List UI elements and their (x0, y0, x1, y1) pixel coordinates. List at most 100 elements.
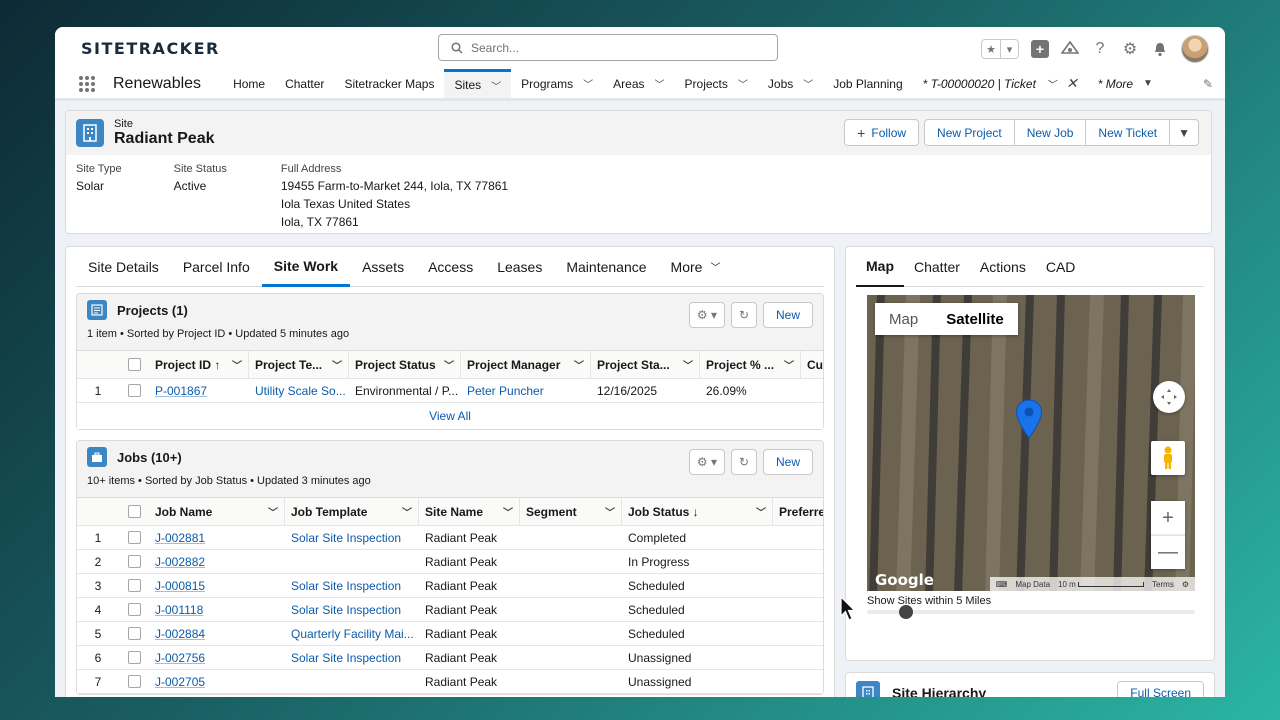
row-checkbox[interactable] (127, 579, 141, 592)
trailhead-icon[interactable] (1061, 40, 1079, 58)
nav-item-ticket-tab[interactable]: * T-00000020 | Ticket ﹀ ✕ (913, 69, 1088, 98)
job-template-link[interactable]: Solar Site Inspection (291, 579, 401, 593)
tab-map[interactable]: Map (856, 247, 904, 287)
user-avatar[interactable] (1181, 35, 1209, 63)
row-checkbox[interactable] (127, 603, 141, 616)
tab-assets[interactable]: Assets (350, 247, 416, 286)
sitetracker-logo[interactable]: SITETRACKER (81, 39, 220, 58)
job-template-link[interactable]: Solar Site Inspection (291, 603, 401, 617)
jobs-title[interactable]: Jobs (10+) (117, 450, 182, 465)
col-job-name[interactable]: Job Name ﹀ (149, 498, 285, 525)
favorites-group[interactable]: ★ ▾ (981, 39, 1019, 59)
chevron-down-icon[interactable]: ▾ (1000, 40, 1018, 58)
zoom-in-icon[interactable]: + (1151, 501, 1185, 535)
tab-site-work[interactable]: Site Work (261, 247, 351, 287)
nav-item-chatter[interactable]: Chatter (275, 69, 334, 98)
select-all-checkbox[interactable] (127, 505, 141, 518)
chevron-down-icon[interactable]: ▼ (1143, 78, 1153, 89)
chevron-down-icon[interactable]: ﹀ (574, 357, 584, 372)
gear-icon[interactable]: ⚙ (1121, 40, 1139, 58)
new-ticket-button[interactable]: New Ticket (1085, 119, 1171, 146)
global-create-icon[interactable]: + (1031, 40, 1049, 58)
projects-title[interactable]: Projects (1) (117, 303, 188, 318)
refresh-icon[interactable]: ↻ (730, 449, 757, 475)
jobs-new-button[interactable]: New (762, 449, 813, 475)
chevron-down-icon[interactable]: ﹀ (605, 504, 615, 519)
chevron-down-icon[interactable]: ﹀ (268, 504, 278, 519)
nav-item-areas[interactable]: Areas ﹀ (603, 69, 674, 98)
row-checkbox[interactable] (127, 384, 141, 397)
col-job-template[interactable]: Job Template ﹀ (285, 498, 419, 525)
more-actions-button[interactable]: ▼ (1169, 119, 1199, 146)
satellite-map[interactable]: Map Satellite + — Google ⌨ Map Data 10 m… (867, 295, 1195, 591)
row-checkbox[interactable] (127, 531, 141, 544)
col-project-start[interactable]: Project Sta... ﹀ (591, 351, 700, 378)
street-view-pegman-icon[interactable] (1151, 441, 1185, 475)
job-name-link[interactable]: J-002884 (155, 627, 205, 641)
chevron-down-icon[interactable]: ﹀ (332, 357, 342, 372)
col-project-id[interactable]: Project ID ↑ ﹀ (149, 351, 249, 378)
job-template-link[interactable]: Solar Site Inspection (291, 531, 401, 545)
keyboard-icon[interactable]: ⌨ (996, 580, 1008, 589)
follow-button[interactable]: + Follow (844, 119, 920, 146)
map-pin-icon[interactable] (1015, 399, 1043, 442)
refresh-icon[interactable]: ↻ (730, 302, 757, 328)
row-checkbox[interactable] (127, 651, 141, 664)
global-search-input[interactable]: Search... (438, 34, 778, 61)
map-type-satellite-button[interactable]: Satellite (932, 303, 1018, 335)
project-id-link[interactable]: P-001867 (155, 384, 207, 398)
view-all-link[interactable]: View All (77, 403, 823, 429)
tab-maintenance[interactable]: Maintenance (554, 247, 658, 286)
chevron-down-icon[interactable]: ﹀ (583, 76, 593, 91)
nav-item-programs[interactable]: Programs ﹀ (511, 69, 603, 98)
col-site-name[interactable]: Site Name ﹀ (419, 498, 520, 525)
tab-access[interactable]: Access (416, 247, 485, 286)
full-screen-button[interactable]: Full Screen (1117, 681, 1204, 697)
chevron-down-icon[interactable]: ﹀ (402, 504, 412, 519)
col-segment[interactable]: Segment ﹀ (520, 498, 622, 525)
project-manager-link[interactable]: Peter Puncher (467, 384, 544, 398)
col-job-status[interactable]: Job Status ↓ ﹀ (622, 498, 773, 525)
job-name-link[interactable]: J-002705 (155, 675, 205, 689)
col-project-percent[interactable]: Project % ... ﹀ (700, 351, 801, 378)
tab-chatter[interactable]: Chatter (904, 247, 970, 286)
map-type-map-button[interactable]: Map (875, 303, 932, 335)
col-project-template[interactable]: Project Te... ﹀ (249, 351, 349, 378)
nav-item-more[interactable]: * More ▼ (1088, 69, 1163, 98)
job-name-link[interactable]: J-002881 (155, 531, 205, 545)
chevron-down-icon[interactable]: ﹀ (503, 504, 513, 519)
chevron-down-icon[interactable]: ﹀ (491, 78, 501, 93)
chevron-down-icon[interactable]: ﹀ (655, 76, 665, 91)
row-checkbox[interactable] (127, 555, 141, 568)
col-project-manager[interactable]: Project Manager ﹀ (461, 351, 591, 378)
tab-cad[interactable]: CAD (1036, 247, 1086, 286)
chevron-down-icon[interactable]: ﹀ (756, 504, 766, 519)
project-template-link[interactable]: Utility Scale So... (255, 384, 346, 398)
job-name-link[interactable]: J-001118 (155, 603, 203, 617)
help-icon[interactable]: ? (1091, 40, 1109, 58)
list-settings-gear-icon[interactable]: ⚙ ▾ (688, 449, 725, 475)
star-icon[interactable]: ★ (982, 40, 1000, 58)
chevron-down-icon[interactable]: ﹀ (1046, 76, 1056, 91)
zoom-out-icon[interactable]: — (1151, 535, 1185, 569)
fullscreen-map-icon[interactable] (1153, 381, 1185, 413)
chevron-down-icon[interactable]: ﹀ (683, 357, 693, 372)
nav-item-sitetracker-maps[interactable]: Sitetracker Maps (334, 69, 444, 98)
nav-item-job-planning[interactable]: Job Planning (823, 69, 912, 98)
select-all-checkbox[interactable] (127, 358, 141, 371)
chevron-down-icon[interactable]: ﹀ (803, 76, 813, 91)
nav-item-home[interactable]: Home (223, 69, 275, 98)
new-project-button[interactable]: New Project (924, 119, 1015, 146)
col-preferred[interactable]: Preferre (773, 498, 823, 525)
job-name-link[interactable]: J-000815 (155, 579, 205, 593)
col-cu[interactable]: Cu (801, 351, 823, 378)
job-template-link[interactable]: Solar Site Inspection (291, 651, 401, 665)
chevron-down-icon[interactable]: ﹀ (738, 76, 748, 91)
radius-slider-handle[interactable] (899, 605, 914, 619)
col-project-status[interactable]: Project Status ﹀ (349, 351, 461, 378)
row-checkbox[interactable] (127, 675, 141, 688)
new-job-button[interactable]: New Job (1013, 119, 1087, 146)
radius-slider-track[interactable] (867, 605, 1195, 619)
nav-item-projects[interactable]: Projects ﹀ (675, 69, 758, 98)
tab-parcel-info[interactable]: Parcel Info (171, 247, 262, 286)
